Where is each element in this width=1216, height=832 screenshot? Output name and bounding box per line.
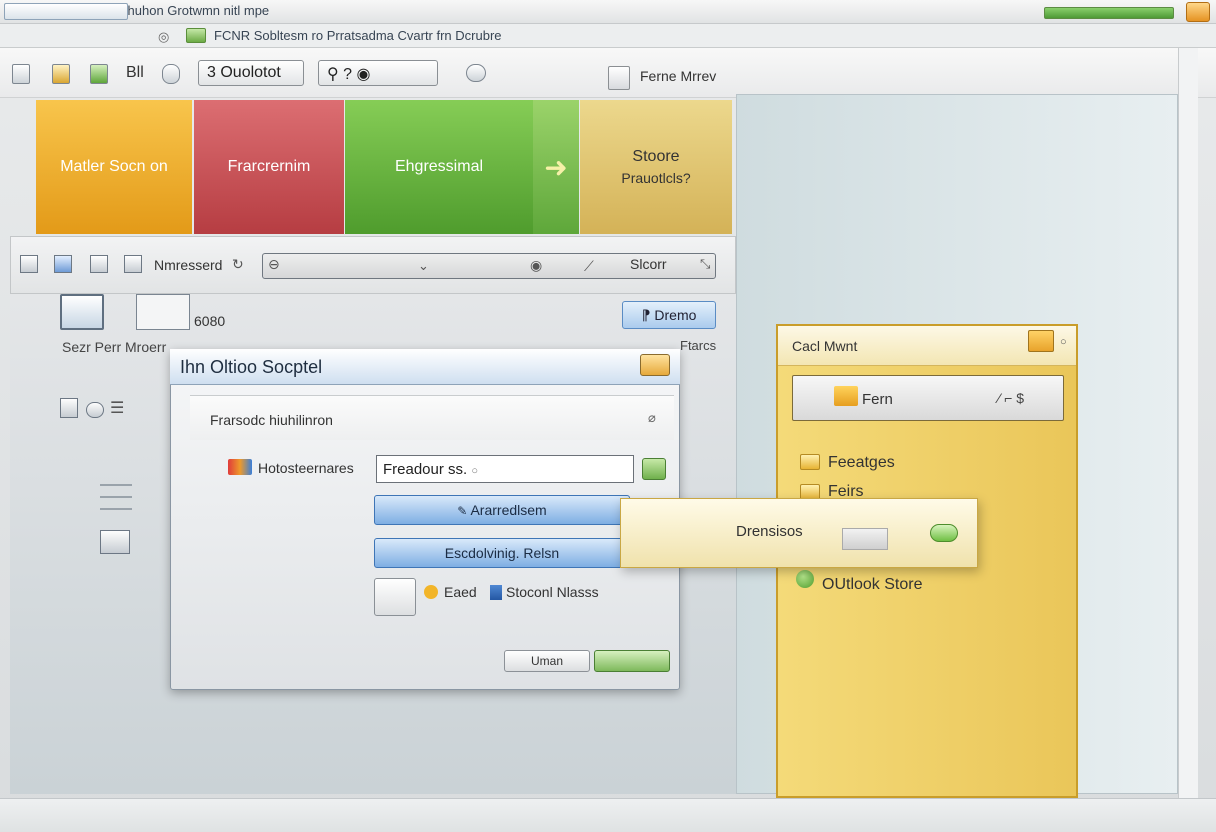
- tile-orange[interactable]: Matler Socn on: [36, 100, 192, 234]
- chevron-down-icon[interactable]: ⌄: [418, 258, 429, 274]
- close-icon[interactable]: ○: [1060, 336, 1067, 348]
- arrow-right-icon: ➜: [544, 151, 568, 183]
- detail-view-icon[interactable]: [90, 255, 108, 273]
- divider-3: [100, 508, 132, 510]
- help-icon: ?: [343, 66, 353, 83]
- popup-label: Drensisos: [736, 523, 803, 540]
- edit-label[interactable]: Bll: [126, 64, 144, 82]
- toolbar2-label[interactable]: Nmresserd: [154, 257, 222, 273]
- search-folder-icon: [834, 386, 858, 406]
- document-view-icon[interactable]: [124, 255, 142, 273]
- tile-tan[interactable]: Stoore Prauotlcls?: [580, 100, 732, 234]
- divider-1: [100, 484, 132, 486]
- dialog-close-button[interactable]: [640, 354, 670, 376]
- dialog-cancel-button[interactable]: Uman: [504, 650, 590, 672]
- status-bar: [0, 798, 1216, 832]
- progress-bar: [1044, 7, 1174, 19]
- store-search-value[interactable]: Fern: [862, 391, 893, 408]
- outlook-button[interactable]: 3 Ouolotot: [198, 60, 304, 86]
- dialog-button-secondary[interactable]: Escdolvinig. Relsn: [374, 538, 630, 568]
- printer-icon[interactable]: [100, 530, 130, 554]
- dialog-title: Ihn Oltioo Socptel: [170, 349, 680, 385]
- window-close-button[interactable]: [1186, 2, 1210, 22]
- circle-icon[interactable]: ◉: [530, 257, 542, 274]
- popup-toggle[interactable]: [930, 524, 958, 542]
- store-item[interactable]: Feeatges: [828, 454, 895, 472]
- check-label-1[interactable]: Eaed: [444, 584, 477, 600]
- tile-red[interactable]: Frarcrernim: [194, 100, 344, 234]
- side-label: Ftarcs: [680, 338, 717, 353]
- image-checkbox[interactable]: [374, 578, 416, 616]
- demo-button[interactable]: ⁋ Dremo: [622, 301, 716, 329]
- folder-stack-icon[interactable]: [1028, 330, 1054, 352]
- tag-icon[interactable]: ⟋: [584, 258, 594, 275]
- address-text[interactable]: FCNR Sobltesm ro Prratsadma Cvartr frn D…: [214, 28, 502, 43]
- script-icon: ✎: [457, 504, 468, 518]
- tile-green-label: Ehgressimal: [394, 158, 484, 175]
- item-folder-icon: [800, 454, 820, 470]
- yellow-dot-icon: [424, 585, 438, 599]
- outlook-number: 3: [207, 64, 216, 81]
- count-value: 6080: [194, 313, 226, 329]
- field-label: Hotosteernares: [258, 460, 354, 476]
- outlook-icon: [796, 570, 814, 588]
- check-label-2[interactable]: Stoconl Nlasss: [506, 584, 599, 600]
- lock-icon[interactable]: [60, 398, 78, 418]
- dialog-button-primary[interactable]: ✎ Ararredlsem: [374, 495, 630, 525]
- right-toolbar-label[interactable]: Ferne Mrrev: [640, 68, 716, 84]
- store-item[interactable]: OUtlook Store: [822, 576, 922, 594]
- pin-icon[interactable]: ⌀: [648, 410, 656, 426]
- grid-view-icon[interactable]: [54, 255, 72, 273]
- store-panel-title: Cacl Mwnt: [792, 338, 858, 354]
- settings-icon[interactable]: ↻: [232, 256, 244, 273]
- record-icon[interactable]: [466, 64, 486, 82]
- key-icon: ⚲: [327, 66, 339, 83]
- document-icon[interactable]: [136, 294, 190, 330]
- tile-green[interactable]: Ehgressimal: [345, 100, 533, 234]
- nav-field[interactable]: [4, 3, 128, 20]
- store-label[interactable]: Slcorr: [630, 256, 667, 272]
- outlook-label: Ouolotot: [220, 64, 281, 81]
- help-toolbar-group[interactable]: ⚲ ? ◉: [318, 60, 438, 86]
- tile-tan-line1: Stoore: [632, 148, 680, 165]
- dialog-ok-button[interactable]: [594, 650, 670, 672]
- dropdown-left-icon: ⊖: [268, 256, 280, 272]
- pen-icon[interactable]: [90, 64, 108, 84]
- expand-icon[interactable]: ⤡: [700, 256, 710, 272]
- monitor-icon[interactable]: [60, 294, 104, 330]
- field-go-button[interactable]: [642, 458, 666, 480]
- popup-field[interactable]: [842, 528, 888, 550]
- refresh-icon[interactable]: ◎: [158, 29, 169, 45]
- page-icon[interactable]: [608, 66, 630, 90]
- demo-label: Dremo: [654, 307, 697, 323]
- search-controls-icon[interactable]: ⁄ ⌐ $: [998, 390, 1024, 406]
- color-icon: [228, 459, 252, 475]
- globe-icon[interactable]: [86, 402, 104, 418]
- dialog-cancel-label: Uman: [530, 654, 563, 668]
- tile-tan-line2: Prauotlcls?: [621, 170, 691, 186]
- field-input[interactable]: Freadour ss. ○: [376, 455, 634, 483]
- dialog-button-secondary-label: Escdolvinig. Relsn: [444, 545, 560, 561]
- go-icon[interactable]: [186, 28, 206, 43]
- vertical-scrollbar[interactable]: [1178, 48, 1198, 798]
- stack-icon: [490, 585, 502, 600]
- list-icon[interactable]: ☰: [110, 398, 124, 418]
- eraser-icon[interactable]: [162, 64, 180, 84]
- field-input-circle-icon: ○: [471, 465, 479, 477]
- dialog-button-primary-label: Ararredlsem: [470, 502, 547, 518]
- divider-2: [100, 496, 132, 498]
- sound-icon: ◉: [356, 66, 371, 83]
- tile-red-label: Frarcrernim: [227, 158, 311, 175]
- dialog-section-title: Frarsodc hiuhilinron: [210, 412, 333, 428]
- field-input-value: Freadour ss.: [383, 461, 468, 478]
- file-icon[interactable]: [12, 64, 30, 84]
- tile-orange-label: Matler Socn on: [60, 158, 168, 175]
- address-row: [0, 24, 1216, 48]
- folder-icon[interactable]: [52, 64, 70, 84]
- tile-arrow[interactable]: ➜: [533, 100, 579, 234]
- list-view-icon[interactable]: [20, 255, 38, 273]
- demo-icon: ⁋: [641, 307, 651, 323]
- scan-label: Sezr Perr Mroerr: [62, 339, 167, 355]
